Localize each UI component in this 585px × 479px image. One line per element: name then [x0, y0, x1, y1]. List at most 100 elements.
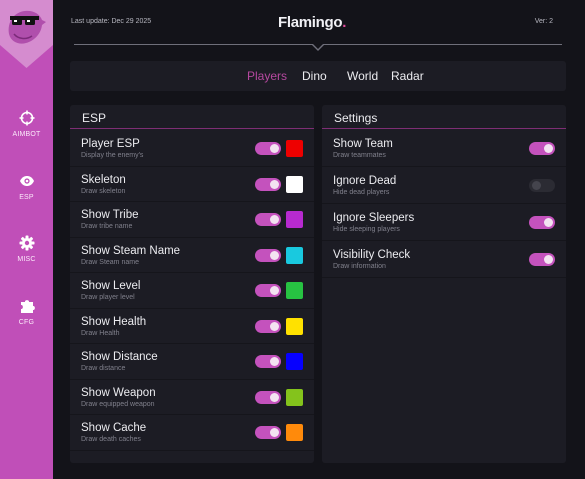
setting-row-show-steam-name: Show Steam Name Draw Steam name [70, 238, 314, 273]
sidebar-item-label: CFG [18, 319, 35, 326]
color-swatch-show-health[interactable] [286, 317, 303, 335]
setting-description: Draw player level [81, 294, 135, 301]
setting-label: Skeleton [81, 173, 126, 186]
sidebar-item-esp[interactable]: ESP [0, 171, 53, 217]
setting-label: Player ESP [81, 138, 140, 150]
setting-description: Hide sleeping players [333, 226, 400, 233]
header-divider-caret [311, 43, 325, 51]
toggle-knob [270, 357, 279, 366]
toggle-show-level[interactable] [255, 284, 281, 297]
toggle-knob [270, 215, 279, 224]
tab-dino[interactable]: Dino [302, 69, 327, 83]
last-update-text: Last update: Dec 29 2025 [71, 18, 152, 25]
setting-description: Draw tribe name [81, 223, 133, 230]
setting-description: Draw teammates [333, 152, 386, 159]
setting-row-show-level: Show Level Draw player level [70, 273, 314, 309]
sidebar-item-cfg[interactable]: CFG [0, 296, 53, 342]
setting-label: Show Health [81, 315, 147, 328]
tab-players[interactable]: Players [247, 69, 287, 83]
setting-label: Show Team [333, 138, 393, 150]
toggle-ignore-dead[interactable] [529, 179, 555, 192]
tab-world[interactable]: World [347, 69, 378, 83]
color-swatch-show-steam-name[interactable] [286, 246, 303, 264]
panel-title-underline [70, 128, 314, 129]
setting-description: Display the enemy's [81, 152, 144, 159]
flamingo-sunglasses-icon [0, 0, 53, 68]
setting-description: Draw Health [81, 329, 120, 337]
brand-title: Flamingo. [278, 14, 346, 31]
color-swatch-skeleton[interactable] [286, 175, 303, 193]
setting-row-ignore-dead: Ignore Dead Hide dead players [322, 168, 566, 204]
toggle-ignore-sleepers[interactable] [529, 216, 555, 229]
brand-dot: . [342, 14, 347, 31]
logo [0, 0, 53, 68]
setting-description: Draw equipped weapon [81, 400, 155, 408]
toggle-knob [544, 144, 553, 153]
toggle-skeleton[interactable] [255, 177, 281, 191]
toggle-show-distance[interactable] [255, 355, 281, 368]
setting-row-visibility-check: Visibility Check Draw information [322, 242, 566, 278]
color-swatch-show-level[interactable] [286, 282, 303, 299]
eye-icon [19, 176, 34, 186]
toggle-show-steam-name[interactable] [255, 248, 281, 262]
version-text: Ver: 2 [534, 18, 553, 25]
sidebar-item-aimbot[interactable]: AIMBOT [0, 108, 53, 154]
sidebar-item-label: AIMBOT [12, 131, 41, 138]
sidebar: AIMBOT ESP MISC CFG [0, 0, 53, 479]
setting-row-show-tribe: Show Tribe Draw tribe name [70, 202, 314, 238]
color-swatch-show-distance[interactable] [286, 353, 303, 370]
setting-label: Show Tribe [81, 209, 139, 221]
toggle-show-cache[interactable] [255, 426, 281, 439]
setting-row-show-health: Show Health Draw Health [70, 309, 314, 344]
toggle-knob [532, 181, 541, 190]
toggle-show-health[interactable] [255, 319, 281, 333]
setting-description: Draw distance [81, 365, 126, 372]
setting-label: Visibility Check [333, 249, 411, 261]
toggle-show-weapon[interactable] [255, 390, 281, 404]
setting-label: Ignore Sleepers [333, 212, 415, 224]
setting-row-ignore-sleepers: Ignore Sleepers Hide sleeping players [322, 205, 566, 241]
toggle-knob [270, 144, 279, 153]
color-swatch-player-esp[interactable] [286, 140, 303, 157]
toggle-knob [270, 428, 279, 437]
color-swatch-show-weapon[interactable] [286, 388, 303, 406]
sidebar-item-label: MISC [17, 256, 36, 263]
toggle-visibility-check[interactable] [529, 253, 555, 266]
toggle-player-esp[interactable] [255, 142, 281, 155]
color-swatch-show-tribe[interactable] [286, 211, 303, 228]
sidebar-item-label: ESP [19, 194, 34, 201]
setting-description: Draw information [333, 263, 386, 270]
toggle-knob [544, 255, 553, 264]
tab-radar[interactable]: Radar [391, 69, 424, 83]
tab-bar: Players Dino World Radar [70, 61, 566, 91]
setting-row-show-distance: Show Distance Draw distance [70, 344, 314, 380]
toggle-knob [544, 218, 553, 227]
color-swatch-show-cache[interactable] [286, 424, 303, 441]
panel-title: ESP [82, 111, 107, 125]
setting-row-show-weapon: Show Weapon Draw equipped weapon [70, 380, 314, 415]
main-area: Last update: Dec 29 2025 Flamingo. Ver: … [53, 0, 585, 479]
crosshair-icon [19, 110, 34, 126]
panel-title: Settings [334, 111, 378, 125]
gear-icon [19, 235, 34, 251]
setting-label: Show Steam Name [81, 244, 181, 257]
setting-label: Ignore Dead [333, 175, 397, 187]
panel-title-underline [322, 128, 566, 129]
setting-description: Draw Steam name [81, 258, 139, 266]
sidebar-item-misc[interactable]: MISC [0, 233, 53, 279]
brand-name: Flamingo [278, 14, 343, 31]
esp-panel: ESP Player ESP Display the enemy's Skeleto… [70, 105, 314, 463]
toggle-knob [270, 321, 279, 331]
setting-label: Show Level [81, 280, 141, 292]
setting-label: Show Cache [81, 422, 147, 434]
settings-panel: Settings Show Team Draw teammates Ignore D… [322, 105, 566, 463]
toggle-knob [270, 286, 279, 295]
toggle-show-tribe[interactable] [255, 213, 281, 226]
setting-row-player-esp: Player ESP Display the enemy's [70, 131, 314, 167]
setting-row-show-cache: Show Cache Draw death caches [70, 415, 314, 451]
toggle-knob [270, 250, 279, 260]
setting-description: Draw skeleton [81, 187, 126, 195]
toggle-knob [270, 179, 279, 189]
setting-label: Show Weapon [81, 386, 156, 399]
toggle-show-team[interactable] [529, 142, 555, 155]
